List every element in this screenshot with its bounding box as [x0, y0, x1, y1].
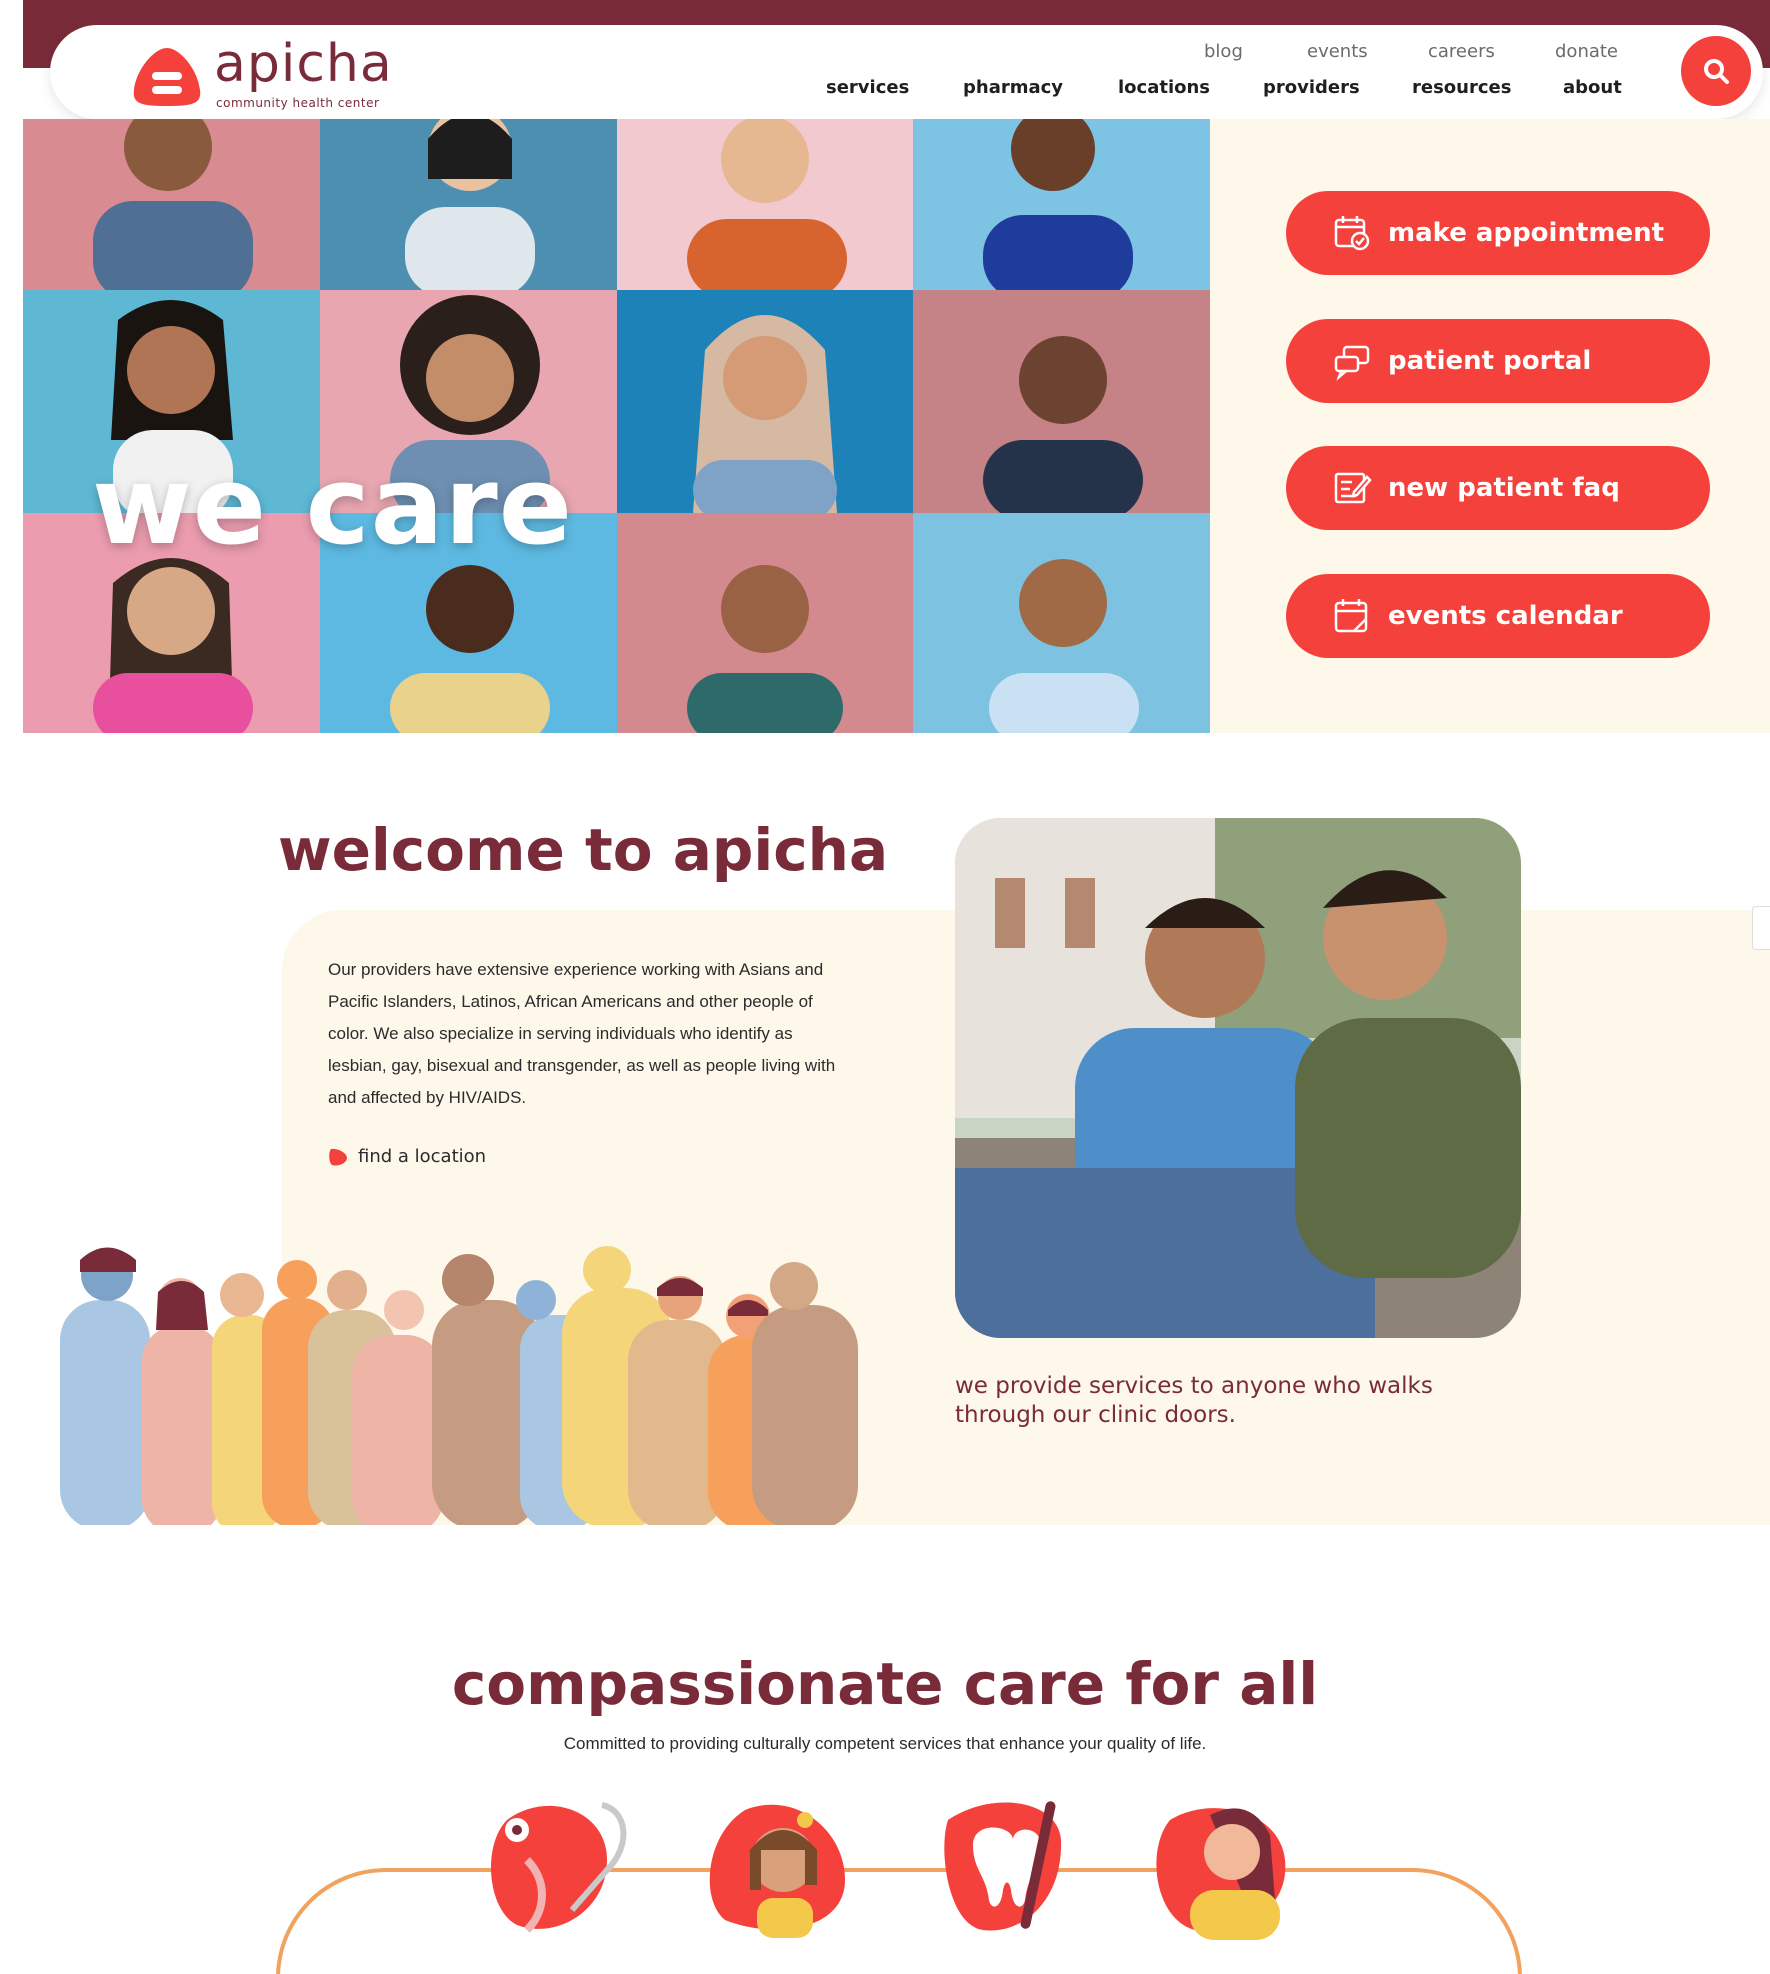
- portrait-tile: [23, 119, 320, 290]
- hero-headline: we care: [92, 444, 574, 569]
- portrait-tile: [617, 513, 913, 733]
- portrait-tile: [913, 513, 1210, 733]
- compassionate-title: compassionate care for all: [451, 1650, 1319, 1718]
- service-pediatrics[interactable]: [705, 1790, 855, 1940]
- nav-events[interactable]: events: [1307, 41, 1368, 62]
- site-header: apicha community health center blog even…: [50, 25, 1763, 119]
- find-location-label: find a location: [358, 1146, 487, 1167]
- services-arc-line: [276, 1868, 1522, 1974]
- service-womens-health[interactable]: [1150, 1790, 1300, 1940]
- portrait-tile: [913, 119, 1210, 290]
- logo-tagline: community health center: [216, 96, 380, 110]
- site-logo[interactable]: apicha community health center: [132, 34, 392, 110]
- tooth-icon: [944, 1801, 1062, 1931]
- chat-bubbles-icon: [1334, 345, 1370, 381]
- search-icon: [1704, 59, 1729, 84]
- logo-wordmark: apicha: [214, 34, 393, 94]
- welcome-photo: [955, 818, 1521, 1338]
- patient-portal-label: patient portal: [1388, 346, 1592, 376]
- service-medical[interactable]: [487, 1790, 637, 1940]
- service-dental[interactable]: [933, 1790, 1083, 1940]
- portrait-tile: [320, 119, 617, 290]
- make-appointment-button[interactable]: make appointment: [1286, 191, 1710, 275]
- calendar-icon: [1334, 599, 1368, 633]
- find-location-link[interactable]: find a location: [328, 1146, 486, 1167]
- logo-mark-icon: [133, 48, 201, 106]
- woman-icon: [1156, 1808, 1286, 1940]
- illustrated-crowd: [60, 1246, 858, 1525]
- search-button[interactable]: [1681, 36, 1751, 106]
- nav-locations[interactable]: locations: [1118, 77, 1210, 98]
- nav-pharmacy[interactable]: pharmacy: [963, 77, 1063, 98]
- calendar-check-icon: [1334, 216, 1370, 251]
- welcome-caption: we provide services to anyone who walks …: [955, 1373, 1433, 1428]
- side-feedback-tab[interactable]: [1752, 906, 1770, 950]
- nav-resources[interactable]: resources: [1412, 77, 1511, 98]
- welcome-title: welcome to apicha: [278, 816, 889, 884]
- events-calendar-button[interactable]: events calendar: [1286, 574, 1710, 658]
- nav-donate[interactable]: donate: [1555, 41, 1618, 62]
- portrait-tile: [913, 290, 1210, 513]
- events-calendar-label: events calendar: [1388, 601, 1623, 631]
- nav-about[interactable]: about: [1563, 77, 1622, 98]
- nav-providers[interactable]: providers: [1263, 77, 1360, 98]
- welcome-body: Our providers have extensive experience …: [328, 960, 836, 1107]
- nav-careers[interactable]: careers: [1428, 41, 1495, 62]
- form-edit-icon: [1334, 472, 1372, 504]
- nav-blog[interactable]: blog: [1204, 41, 1243, 62]
- new-patient-faq-label: new patient faq: [1388, 473, 1620, 503]
- location-blob-icon: [329, 1148, 347, 1166]
- nav-services[interactable]: services: [826, 77, 909, 98]
- portrait-tile: [617, 119, 913, 290]
- child-icon: [709, 1804, 845, 1938]
- compassionate-subtitle: Committed to providing culturally compet…: [563, 1734, 1207, 1753]
- patient-portal-button[interactable]: patient portal: [1286, 319, 1710, 403]
- hero-portrait-grid: [23, 119, 1210, 733]
- new-patient-faq-button[interactable]: new patient faq: [1286, 446, 1710, 530]
- make-appointment-label: make appointment: [1388, 218, 1665, 248]
- portrait-tile: [617, 290, 913, 513]
- stethoscope-icon: [490, 1802, 627, 1933]
